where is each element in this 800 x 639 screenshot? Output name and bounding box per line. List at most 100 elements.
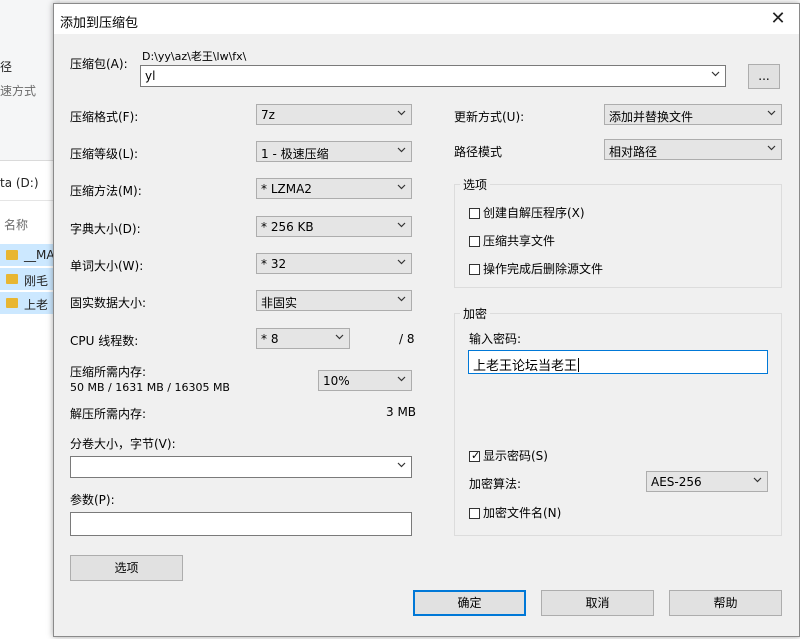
- params-label: 参数(P):: [70, 493, 115, 507]
- volume-label: 分卷大小，字节(V):: [70, 437, 176, 451]
- chevron-down-icon: [397, 374, 406, 383]
- params-input[interactable]: [70, 512, 412, 536]
- show-password-label: 显示密码(S): [483, 449, 548, 463]
- checkbox-box[interactable]: [469, 508, 480, 519]
- mem-compress-detail: 50 MB / 1631 MB / 16305 MB: [70, 381, 230, 394]
- archive-path: D:\yy\az\老王\lw\fx\: [142, 50, 247, 63]
- cpu-combo[interactable]: * 8: [256, 328, 350, 349]
- method-value: * LZMA2: [261, 182, 312, 196]
- close-icon[interactable]: ✕: [767, 8, 789, 29]
- chevron-down-icon: [711, 69, 720, 78]
- chevron-down-icon: [767, 108, 776, 117]
- delete-after-checkbox[interactable]: 操作完成后删除源文件: [469, 260, 603, 277]
- format-value: 7z: [261, 108, 275, 122]
- checkmark-icon: ✓: [471, 449, 481, 462]
- word-combo[interactable]: * 32: [256, 253, 412, 274]
- update-value: 添加并替换文件: [609, 110, 694, 124]
- checkbox-box[interactable]: [469, 236, 480, 247]
- chevron-down-icon: [397, 182, 406, 191]
- password-input[interactable]: 上老王论坛当老王: [468, 350, 768, 374]
- help-button[interactable]: 帮助: [669, 590, 782, 616]
- method-label: 压缩方法(M):: [70, 184, 142, 198]
- level-label: 压缩等级(L):: [70, 147, 139, 161]
- folder-icon: [6, 274, 18, 284]
- delete-after-checkbox-label: 操作完成后删除源文件: [483, 262, 604, 276]
- dict-combo[interactable]: * 256 KB: [256, 216, 412, 237]
- password-label: 输入密码:: [469, 332, 522, 346]
- update-combo[interactable]: 添加并替换文件: [604, 104, 782, 125]
- path-mode-value: 相对路径: [609, 145, 658, 159]
- format-label: 压缩格式(F):: [70, 110, 139, 124]
- browse-button[interactable]: ...: [748, 64, 780, 89]
- shared-files-checkbox-label: 压缩共享文件: [483, 234, 556, 248]
- level-value: 1 - 极速压缩: [261, 147, 329, 161]
- cpu-value: * 8: [261, 332, 279, 346]
- path-mode-label: 路径模式: [454, 145, 503, 159]
- format-combo[interactable]: 7z: [256, 104, 412, 125]
- chevron-down-icon: [397, 145, 406, 154]
- sfx-checkbox-label: 创建自解压程序(X): [483, 206, 585, 220]
- solid-combo[interactable]: 非固实: [256, 290, 412, 311]
- dialog-title: 添加到压缩包: [60, 16, 139, 31]
- encryption-method-value: AES-256: [651, 475, 702, 489]
- column-header-name[interactable]: 名称: [4, 216, 28, 233]
- solid-value: 非固实: [261, 296, 298, 310]
- chevron-down-icon: [397, 294, 406, 303]
- solid-label: 固实数据大小:: [70, 296, 147, 310]
- file-name: 刚毛: [24, 274, 49, 288]
- title-bar[interactable]: 添加到压缩包 ✕: [54, 4, 799, 34]
- dict-label: 字典大小(D):: [70, 222, 141, 236]
- password-value: 上老王论坛当老王: [473, 355, 580, 374]
- cpu-label: CPU 线程数:: [70, 334, 139, 348]
- folder-icon: [6, 250, 18, 260]
- chevron-down-icon: [397, 257, 406, 266]
- text-caret: [578, 358, 580, 372]
- add-to-archive-dialog: 添加到压缩包 ✕ 压缩包(A): D:\yy\az\老王\lw\fx\ yl .…: [53, 3, 800, 637]
- explorer-ribbon: [0, 0, 60, 161]
- chevron-down-icon: [397, 220, 406, 229]
- shared-files-checkbox[interactable]: 压缩共享文件: [469, 232, 555, 249]
- cpu-max: / 8: [399, 332, 415, 346]
- dict-value: * 256 KB: [261, 220, 314, 234]
- address-text: ta (D:): [0, 176, 39, 190]
- ribbon-item[interactable]: 速方式: [0, 82, 36, 99]
- encrypt-names-label: 加密文件名(N): [483, 506, 562, 520]
- archive-label: 压缩包(A):: [70, 57, 128, 71]
- mem-compress-label: 压缩所需内存:: [70, 365, 147, 379]
- encrypt-names-checkbox[interactable]: 加密文件名(N): [469, 504, 561, 521]
- memory-percent-combo[interactable]: 10%: [318, 370, 412, 391]
- chevron-down-icon: [767, 143, 776, 152]
- chevron-down-icon: [397, 108, 406, 117]
- level-combo[interactable]: 1 - 极速压缩: [256, 141, 412, 162]
- password-text: 上老王论坛当老王: [473, 359, 578, 374]
- path-mode-combo[interactable]: 相对路径: [604, 139, 782, 160]
- word-value: * 32: [261, 257, 287, 271]
- word-label: 单词大小(W):: [70, 259, 144, 273]
- options-group-title: 选项: [460, 176, 491, 193]
- cancel-button[interactable]: 取消: [541, 590, 654, 616]
- method-combo[interactable]: * LZMA2: [256, 178, 412, 199]
- encryption-method-combo[interactable]: AES-256: [646, 471, 768, 492]
- encryption-group-title: 加密: [460, 305, 491, 322]
- mem-decompress-label: 解压所需内存:: [70, 407, 147, 421]
- memory-percent-value: 10%: [323, 374, 350, 388]
- chevron-down-icon: [335, 332, 344, 341]
- volume-combo[interactable]: [70, 456, 412, 478]
- options-button[interactable]: 选项: [70, 555, 183, 581]
- checkbox-box[interactable]: [469, 264, 480, 275]
- show-password-checkbox[interactable]: ✓ 显示密码(S): [469, 447, 548, 464]
- chevron-down-icon: [753, 475, 762, 484]
- update-label: 更新方式(U):: [454, 110, 525, 124]
- encryption-method-label: 加密算法:: [469, 477, 522, 491]
- checkbox-box[interactable]: [469, 208, 480, 219]
- mem-decompress-value: 3 MB: [386, 405, 417, 419]
- ribbon-item[interactable]: 径: [0, 58, 12, 75]
- file-name: 上老: [24, 298, 49, 312]
- archive-name-combo[interactable]: yl: [140, 65, 726, 87]
- ok-button[interactable]: 确定: [413, 590, 526, 616]
- file-name: __MA: [24, 248, 55, 262]
- folder-icon: [6, 298, 18, 308]
- checkbox-box[interactable]: ✓: [469, 449, 481, 462]
- sfx-checkbox[interactable]: 创建自解压程序(X): [469, 204, 585, 221]
- archive-name-value: yl: [145, 69, 156, 83]
